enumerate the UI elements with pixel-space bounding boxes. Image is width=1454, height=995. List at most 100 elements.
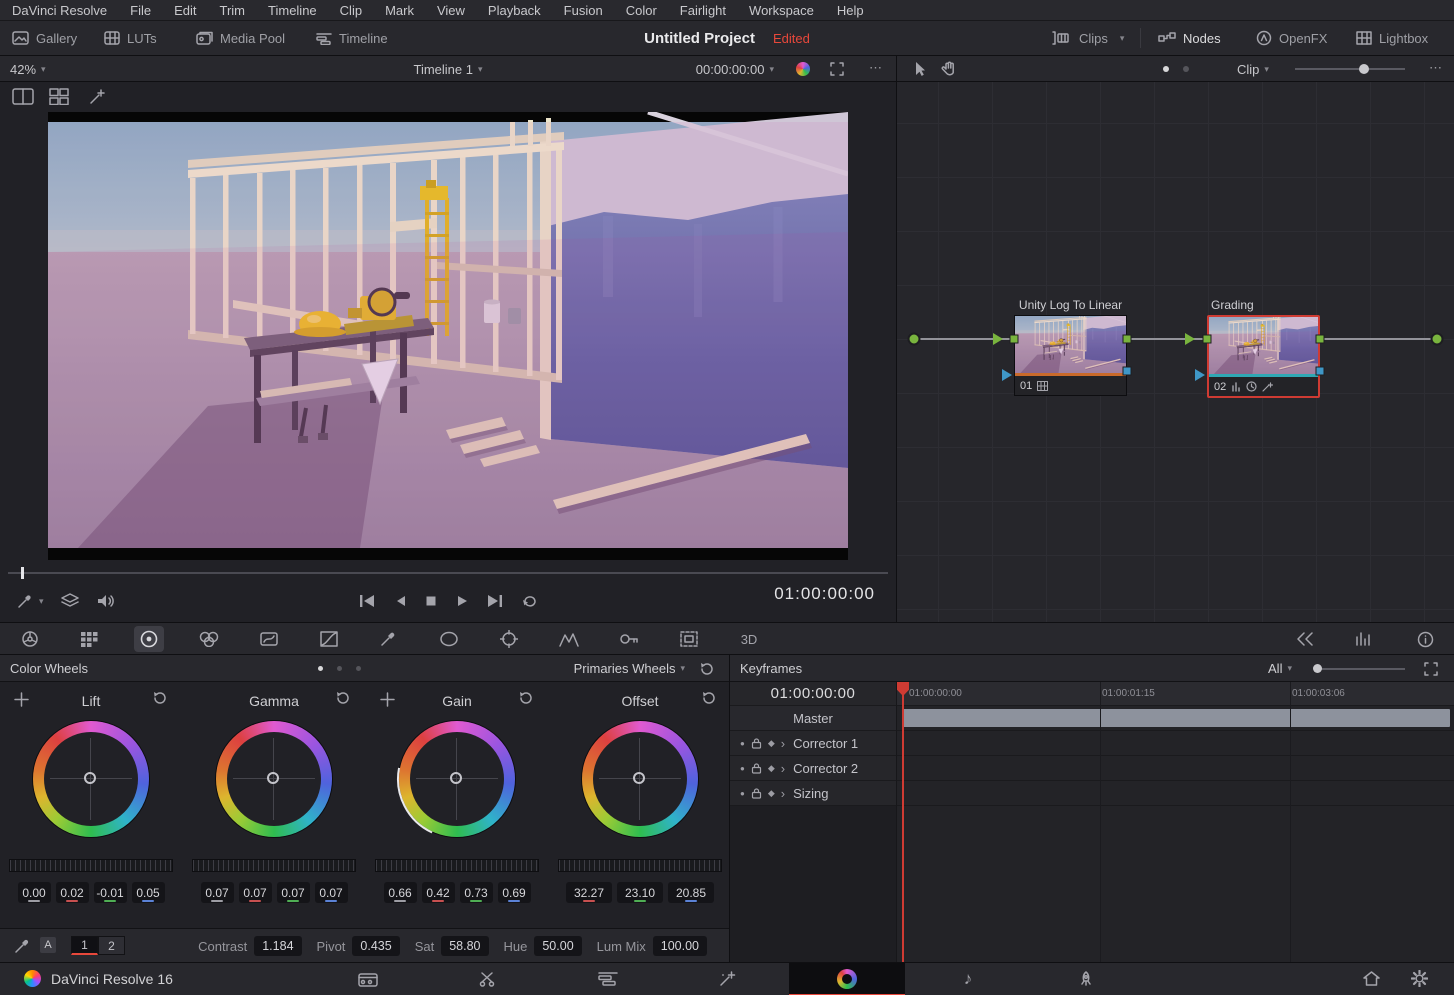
lock-icon[interactable] <box>751 787 762 799</box>
wheel-puck[interactable] <box>267 772 279 784</box>
color-match-icon[interactable] <box>74 626 104 652</box>
track-corrector-1[interactable]: ● ◆ › Corrector 1 <box>730 731 897 756</box>
auto-balance-picker-icon[interactable] <box>14 938 31 954</box>
split-compare-icon[interactable] <box>12 88 34 105</box>
menu-mark[interactable]: Mark <box>385 3 414 18</box>
keyframe-diamond-icon[interactable]: ◆ <box>768 738 775 749</box>
expand-chevron-icon[interactable]: › <box>781 761 785 776</box>
track-master[interactable]: Master <box>730 706 897 731</box>
param-value[interactable]: 1.184 <box>254 936 301 956</box>
value-box[interactable]: 0.69 <box>498 882 531 903</box>
param-value[interactable]: 0.435 <box>352 936 399 956</box>
wheel-puck[interactable] <box>84 772 96 784</box>
reset-icon[interactable] <box>701 691 715 704</box>
step-backward-button[interactable] <box>393 594 407 608</box>
menu-trim[interactable]: Trim <box>220 3 246 18</box>
enable-dot-icon[interactable]: ● <box>740 764 745 773</box>
keyframe-filter-select[interactable]: All ▾ <box>1268 655 1292 682</box>
lift-wheel[interactable] <box>33 721 149 837</box>
menu-app[interactable]: DaVinci Resolve <box>12 3 107 18</box>
gain-master-slider[interactable] <box>375 859 539 872</box>
expand-chevron-icon[interactable]: › <box>781 736 785 751</box>
value-box[interactable]: 0.00 <box>18 882 51 903</box>
info-icon[interactable] <box>1410 626 1440 652</box>
page-fusion[interactable] <box>705 963 751 994</box>
value-box[interactable]: 0.07 <box>201 882 234 903</box>
offset-wheel[interactable] <box>582 721 698 837</box>
openfx-button[interactable]: OpenFX <box>1256 21 1327 55</box>
keyframe-diamond-icon[interactable]: ◆ <box>768 763 775 774</box>
page-cut[interactable] <box>464 963 510 994</box>
viewer-scrubber-playhead[interactable] <box>21 567 24 579</box>
node-graph[interactable]: Unity Log To Linear Grading 01 02 <box>897 82 1454 622</box>
node-unity-log-to-linear[interactable]: 01 <box>1014 315 1127 396</box>
node-zoom-slider-thumb[interactable] <box>1359 64 1369 74</box>
lightbox-button[interactable]: Lightbox <box>1356 21 1428 55</box>
value-box[interactable]: 0.66 <box>384 882 417 903</box>
viewer-options-icon[interactable]: ⋯ <box>869 60 882 76</box>
color-wheels-icon[interactable] <box>134 626 164 652</box>
wheel-puck[interactable] <box>633 772 645 784</box>
tab-page-2[interactable]: 2 <box>98 936 125 955</box>
reset-all-icon[interactable] <box>699 662 713 675</box>
keyframe-diamond-icon[interactable]: ◆ <box>768 788 775 799</box>
keyframe-ruler[interactable]: 01:00:00:00 01:00:01:15 01:00:03:06 <box>897 682 1454 706</box>
node-zoom-slider[interactable] <box>1295 68 1405 70</box>
magic-wand-icon[interactable] <box>88 88 107 105</box>
param-value[interactable]: 50.00 <box>534 936 581 956</box>
expand-icon[interactable] <box>830 62 844 76</box>
lift-master-slider[interactable] <box>9 859 173 872</box>
curves-icon[interactable] <box>314 626 344 652</box>
auto-balance-button[interactable]: A <box>40 937 56 953</box>
menu-clip[interactable]: Clip <box>340 3 362 18</box>
nodes-button[interactable]: Nodes <box>1158 21 1221 55</box>
page-color-active[interactable] <box>789 963 905 995</box>
value-box[interactable]: 0.73 <box>460 882 493 903</box>
palette-page-dot-2[interactable] <box>337 666 342 671</box>
pan-hand-icon[interactable] <box>941 61 957 77</box>
blur-icon[interactable] <box>554 626 584 652</box>
menu-playback[interactable]: Playback <box>488 3 541 18</box>
keyframe-zoom-thumb[interactable] <box>1313 664 1322 673</box>
value-box[interactable]: 0.07 <box>315 882 348 903</box>
menu-timeline[interactable]: Timeline <box>268 3 317 18</box>
luts-button[interactable]: LUTs <box>104 21 157 55</box>
master-track-bar[interactable] <box>902 709 1450 727</box>
track-sizing-timeline[interactable] <box>897 781 1454 806</box>
rgb-mixer-icon[interactable] <box>194 626 224 652</box>
page-edit[interactable] <box>585 963 631 994</box>
motion-effects-icon[interactable] <box>254 626 284 652</box>
reset-icon[interactable] <box>518 691 532 704</box>
page-fairlight[interactable]: ♪ <box>945 963 991 994</box>
gamma-master-slider[interactable] <box>192 859 356 872</box>
camera-raw-icon[interactable] <box>15 626 45 652</box>
node-mode-select[interactable]: Clip ▾ <box>1237 56 1269 82</box>
grid-view-icon[interactable] <box>49 88 69 105</box>
enable-dot-icon[interactable]: ● <box>740 739 745 748</box>
value-box[interactable]: 23.10 <box>617 882 663 903</box>
value-box[interactable]: 0.05 <box>132 882 165 903</box>
value-box[interactable]: 0.02 <box>56 882 89 903</box>
power-window-icon[interactable] <box>434 626 464 652</box>
param-value[interactable]: 58.80 <box>441 936 488 956</box>
gain-wheel[interactable] <box>399 721 515 837</box>
play-button[interactable] <box>455 594 469 608</box>
tracker-icon[interactable] <box>494 626 524 652</box>
key-icon[interactable] <box>614 626 644 652</box>
menu-color[interactable]: Color <box>626 3 657 18</box>
project-settings-button[interactable] <box>1396 963 1442 994</box>
palette-page-dot-3[interactable] <box>356 666 361 671</box>
offset-master-slider[interactable] <box>558 859 722 872</box>
sizing-icon[interactable] <box>674 626 704 652</box>
value-box[interactable]: -0.01 <box>94 882 127 903</box>
node-page-dot-1[interactable] <box>1163 66 1169 72</box>
project-manager-button[interactable] <box>1348 963 1394 994</box>
pointer-tool-icon[interactable] <box>913 61 927 77</box>
track-corrector-1-timeline[interactable] <box>897 731 1454 756</box>
skip-backward-button[interactable] <box>358 594 376 608</box>
menu-fusion[interactable]: Fusion <box>564 3 603 18</box>
lock-icon[interactable] <box>751 737 762 749</box>
menu-fairlight[interactable]: Fairlight <box>680 3 726 18</box>
value-box[interactable]: 0.42 <box>422 882 455 903</box>
value-box[interactable]: 0.07 <box>239 882 272 903</box>
